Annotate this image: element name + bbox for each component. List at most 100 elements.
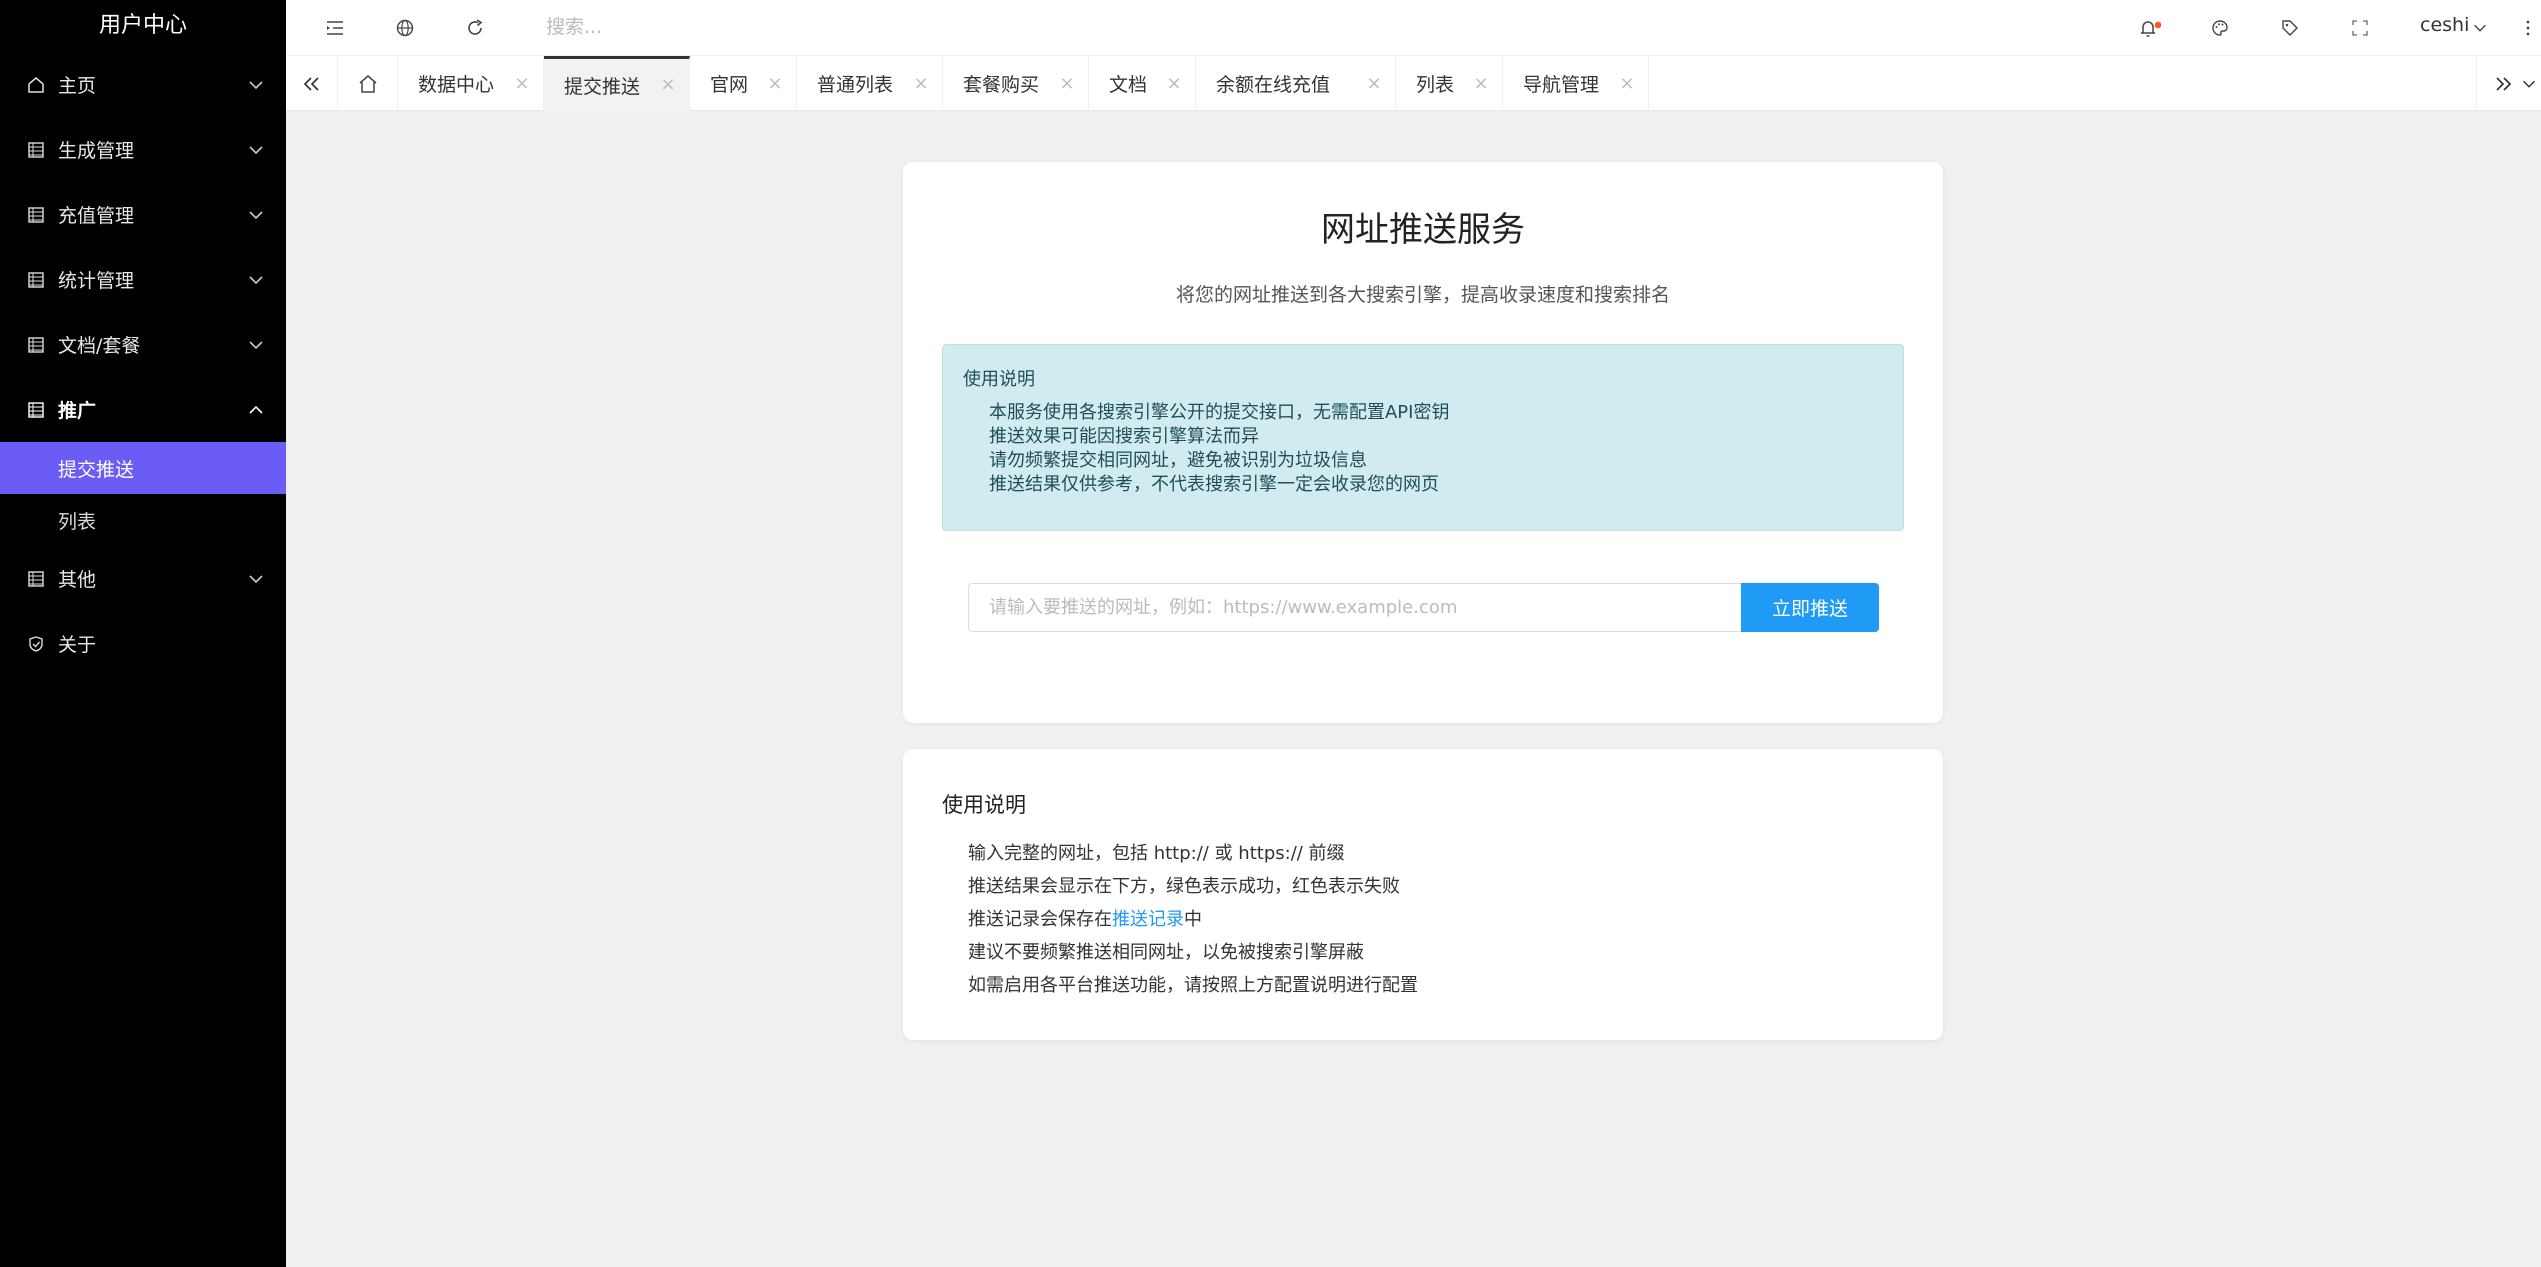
list-item: 推送记录会保存在推送记录中: [968, 903, 1418, 936]
push-records-link[interactable]: 推送记录: [1112, 909, 1184, 930]
tab-list[interactable]: 列表 ×: [1396, 56, 1503, 111]
globe-icon[interactable]: [391, 14, 419, 42]
more-vertical-icon[interactable]: [2520, 14, 2536, 42]
fullscreen-icon[interactable]: [2346, 14, 2374, 42]
grid-icon: [26, 140, 46, 160]
chevron-down-icon: [249, 145, 263, 154]
close-icon[interactable]: ×: [1472, 73, 1490, 95]
sidebar-item-generate[interactable]: 生成管理: [0, 117, 286, 182]
home-icon: [26, 75, 46, 95]
close-icon[interactable]: ×: [1365, 73, 1383, 95]
list-item: 建议不要频繁推送相同网址，以免被搜索引擎屏蔽: [968, 942, 1364, 963]
sidebar-item-label: 生成管理: [58, 140, 135, 162]
sidebar-item-about[interactable]: 关于: [0, 611, 286, 676]
list-item: 请勿频繁提交相同网址，避免被识别为垃圾信息: [989, 450, 1367, 471]
sidebar-item-label: 主页: [58, 75, 97, 97]
chevron-up-icon: [249, 405, 263, 414]
bell-icon[interactable]: [2136, 14, 2164, 42]
sidebar-item-label: 文档/套餐: [58, 335, 141, 357]
sidebar-item-promotion[interactable]: 推广: [0, 377, 286, 442]
sidebar: 用户中心 主页 生成管理 充值管理 统计管理 文档/套餐 推广 提交推送 列表 …: [0, 0, 286, 1267]
close-icon[interactable]: ×: [1618, 73, 1636, 95]
record-suffix: 中: [1184, 909, 1202, 930]
palette-icon[interactable]: [2206, 14, 2234, 42]
url-input[interactable]: [968, 583, 1741, 632]
tab-official-site[interactable]: 官网 ×: [690, 56, 797, 111]
push-service-card: 网址推送服务 将您的网址推送到各大搜索引擎，提高收录速度和搜索排名 使用说明 本…: [903, 162, 1943, 723]
tab-online-recharge[interactable]: 余额在线充值 ×: [1196, 56, 1396, 111]
chevron-down-icon: [249, 574, 263, 583]
tab-label: 提交推送: [564, 75, 641, 98]
list-item: 推送效果可能因搜索引擎算法而异: [989, 426, 1259, 447]
tag-icon[interactable]: [2276, 14, 2304, 42]
tab-normal-list[interactable]: 普通列表 ×: [797, 56, 943, 111]
list-item: 输入完整的网址，包括 http:// 或 https:// 前缀: [968, 843, 1345, 864]
notice-title: 使用说明: [963, 369, 1035, 390]
sidebar-subitem-list[interactable]: 列表: [0, 494, 286, 546]
tab-label: 导航管理: [1523, 74, 1600, 96]
chevron-down-icon: [249, 210, 263, 219]
page-subtitle: 将您的网址推送到各大搜索引擎，提高收录速度和搜索排名: [1175, 284, 1670, 306]
tabs-scroll-left-icon[interactable]: [286, 56, 338, 111]
list-item: 如需启用各平台推送功能，请按照上方配置说明进行配置: [968, 975, 1418, 996]
tab-submit-push[interactable]: 提交推送 ×: [544, 56, 690, 111]
sidebar-item-stats[interactable]: 统计管理: [0, 247, 286, 312]
grid-icon: [26, 205, 46, 225]
menu-fold-icon[interactable]: [321, 14, 349, 42]
tab-label: 套餐购买: [963, 74, 1040, 96]
tab-label: 官网: [710, 74, 749, 96]
usage-help-card: 使用说明 输入完整的网址，包括 http:// 或 https:// 前缀 推送…: [903, 749, 1943, 1040]
tab-docs[interactable]: 文档 ×: [1089, 56, 1196, 111]
push-now-button[interactable]: 立即推送: [1741, 583, 1879, 632]
tab-data-center[interactable]: 数据中心 ×: [398, 56, 544, 111]
help-title: 使用说明: [942, 793, 1026, 817]
sidebar-item-label: 关于: [58, 634, 97, 656]
sidebar-item-docs[interactable]: 文档/套餐: [0, 312, 286, 377]
grid-icon: [26, 569, 46, 589]
close-icon[interactable]: ×: [1165, 73, 1183, 95]
page-title: 网址推送服务: [1321, 210, 1525, 250]
grid-icon: [26, 270, 46, 290]
close-icon[interactable]: ×: [912, 73, 930, 95]
tab-package-purchase[interactable]: 套餐购买 ×: [943, 56, 1089, 111]
tab-label: 普通列表: [817, 74, 894, 96]
chevron-down-icon: [249, 275, 263, 284]
chevron-down-icon[interactable]: [2466, 14, 2494, 42]
close-icon[interactable]: ×: [659, 74, 677, 96]
refresh-icon[interactable]: [461, 14, 489, 42]
tab-label: 余额在线充值: [1216, 74, 1331, 96]
user-name[interactable]: ceshi: [2420, 0, 2469, 50]
close-icon[interactable]: ×: [513, 73, 531, 95]
close-icon[interactable]: ×: [766, 73, 784, 95]
tab-label: 文档: [1109, 74, 1148, 96]
record-prefix: 推送记录会保存在: [968, 909, 1112, 930]
sidebar-item-label: 其他: [58, 569, 97, 591]
list-item: 本服务使用各搜索引擎公开的提交接口，无需配置API密钥: [989, 402, 1450, 423]
home-tab-icon[interactable]: [338, 56, 398, 111]
top-header: ceshi: [286, 0, 2541, 56]
help-list: 输入完整的网址，包括 http:// 或 https:// 前缀 推送结果会显示…: [968, 837, 1418, 1002]
sidebar-item-label: 充值管理: [58, 205, 135, 227]
sidebar-item-home[interactable]: 主页: [0, 52, 286, 117]
grid-icon: [26, 335, 46, 355]
sidebar-item-recharge[interactable]: 充值管理: [0, 182, 286, 247]
tabs-menu-chevron-icon[interactable]: [2516, 56, 2541, 111]
tab-nav-management[interactable]: 导航管理 ×: [1503, 56, 1649, 111]
list-item: 推送结果仅供参考，不代表搜索引擎一定会收录您的网页: [989, 474, 1439, 495]
chevron-down-icon: [249, 340, 263, 349]
close-icon[interactable]: ×: [1058, 73, 1076, 95]
tab-label: 数据中心: [418, 74, 495, 96]
sidebar-brand: 用户中心: [98, 13, 187, 38]
sidebar-subitem-submit-push[interactable]: 提交推送: [0, 442, 286, 494]
sidebar-item-label: 统计管理: [58, 270, 135, 292]
tabs-bar: 数据中心 × 提交推送 × 官网 × 普通列表 × 套餐购买 × 文档 × 余额…: [286, 56, 2541, 111]
usage-notice: 使用说明 本服务使用各搜索引擎公开的提交接口，无需配置API密钥 推送效果可能因…: [942, 344, 1904, 531]
search-input[interactable]: [546, 10, 1146, 44]
shield-check-icon: [26, 634, 46, 654]
list-item: 推送结果会显示在下方，绿色表示成功，红色表示失败: [968, 876, 1400, 897]
chevron-down-icon: [249, 80, 263, 89]
grid-icon: [26, 400, 46, 420]
tab-label: 列表: [1416, 74, 1455, 96]
push-form: 立即推送: [968, 583, 1879, 632]
sidebar-item-other[interactable]: 其他: [0, 546, 286, 611]
